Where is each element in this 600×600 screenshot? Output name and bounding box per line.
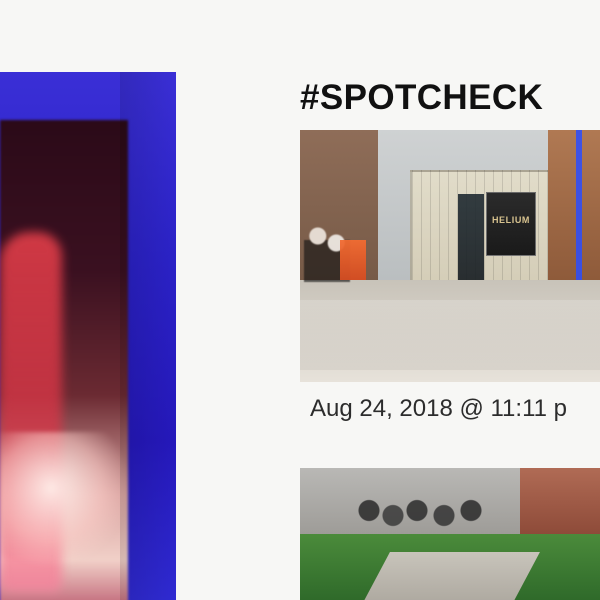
post-photo-1[interactable]: HELIUM xyxy=(300,130,600,382)
photo-2-items xyxy=(354,488,504,538)
photo-2-path xyxy=(358,552,540,600)
post-card: #SPOTCHECK HELIUM Aug 24, 2018 @ 11:11 p xyxy=(300,72,600,600)
photo-1-curb xyxy=(300,300,600,370)
photo-2-brick-wall xyxy=(520,468,600,534)
media-thumbnail-glow xyxy=(0,432,128,572)
photo-1-sign: HELIUM xyxy=(486,192,536,256)
media-thumbnail-edge xyxy=(120,72,176,600)
post-photo-2[interactable] xyxy=(300,468,600,600)
media-thumbnail[interactable] xyxy=(0,72,176,600)
post-timestamp: Aug 24, 2018 @ 11:11 p xyxy=(310,395,568,422)
photo-1-orange-object xyxy=(340,240,366,280)
post-title: #SPOTCHECK xyxy=(300,78,544,117)
photo-1-sign-text: HELIUM xyxy=(491,215,531,225)
